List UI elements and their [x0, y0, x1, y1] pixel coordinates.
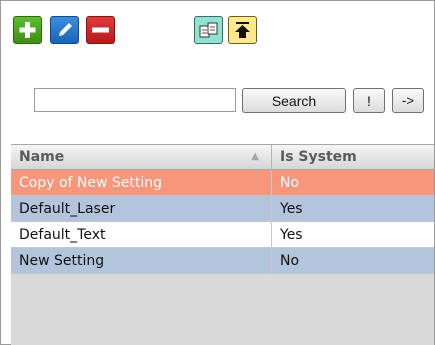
- column-header-is-system[interactable]: Is System: [272, 145, 434, 169]
- up-arrow-icon: [235, 22, 250, 38]
- cell-is-system: Yes: [280, 201, 303, 217]
- column-header-name-label: Name: [19, 149, 65, 165]
- cell-name: Copy of New Setting: [11, 170, 272, 195]
- table-row[interactable]: Default_Laser Yes: [11, 196, 434, 222]
- column-header-is-system-label: Is System: [280, 149, 357, 165]
- table-row[interactable]: Default_Text Yes: [11, 222, 434, 248]
- edit-button[interactable]: [50, 16, 79, 44]
- sort-ascending-icon: ▲: [251, 151, 259, 162]
- minus-icon: [92, 27, 109, 33]
- add-button[interactable]: [13, 16, 42, 44]
- settings-panel: Search ! -> Name ▲ Is System Copy of New…: [0, 0, 435, 345]
- copy-button[interactable]: [194, 16, 223, 44]
- grid-header: Name ▲ Is System: [11, 145, 434, 170]
- cell-name: Default_Text: [11, 222, 272, 247]
- search-button[interactable]: Search: [242, 88, 346, 113]
- cell-name: Default_Laser: [11, 196, 272, 221]
- cell-name: New Setting: [11, 248, 272, 273]
- column-header-name[interactable]: Name ▲: [11, 145, 272, 169]
- pencil-icon: [59, 23, 72, 36]
- plus-icon: [19, 22, 36, 38]
- settings-grid: Name ▲ Is System Copy of New Setting No …: [11, 144, 434, 345]
- copy-icon: [199, 22, 218, 38]
- cell-is-system: Yes: [280, 227, 303, 243]
- table-row-selected[interactable]: Copy of New Setting No: [11, 170, 434, 196]
- table-row[interactable]: New Setting No: [11, 248, 434, 274]
- arrow-button[interactable]: ->: [392, 88, 424, 113]
- exclamation-button[interactable]: !: [353, 88, 385, 113]
- cell-is-system: No: [280, 253, 300, 269]
- move-up-button[interactable]: [228, 16, 257, 44]
- remove-button[interactable]: [86, 16, 115, 44]
- cell-is-system: No: [280, 175, 300, 191]
- search-input[interactable]: [34, 88, 236, 112]
